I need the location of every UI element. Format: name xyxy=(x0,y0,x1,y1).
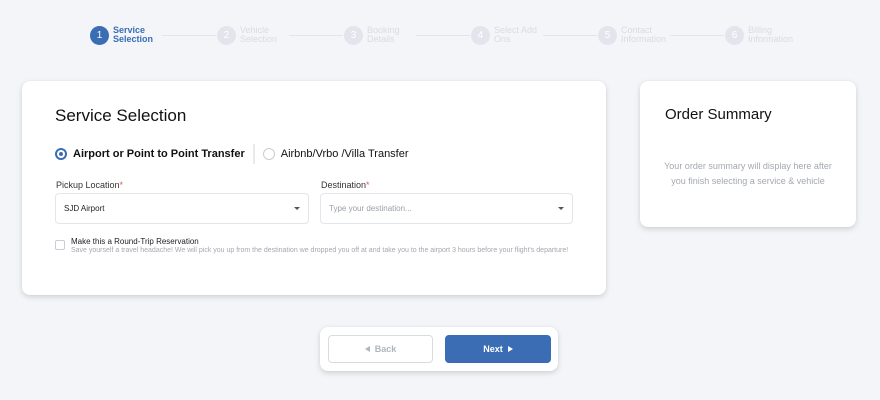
pickup-location-value: SJD Airport xyxy=(64,204,105,213)
triangle-right-icon xyxy=(507,346,513,352)
progress-stepper: 1 Service Selection 2 Vehicle Selection … xyxy=(90,24,810,48)
back-button-label: Back xyxy=(374,344,397,354)
step-number: 1 xyxy=(90,25,109,45)
chevron-down-icon xyxy=(558,207,564,210)
pickup-location-select[interactable]: SJD Airport xyxy=(55,193,309,224)
radio-villa-transfer[interactable]: Airbnb/Vrbo /Villa Transfer xyxy=(262,148,409,160)
step-booking-details[interactable]: 3 Booking Details xyxy=(344,24,425,46)
step-number: 6 xyxy=(725,25,744,45)
navigation-bar: Back Next xyxy=(320,327,558,371)
round-trip-title: Make this a Round-Trip Reservation xyxy=(71,237,199,246)
next-button-label: Next xyxy=(483,344,503,354)
step-billing-information[interactable]: 6 Billing Information xyxy=(725,24,806,46)
order-summary-title: Order Summary xyxy=(665,106,772,123)
step-label: Contact Information xyxy=(621,25,667,44)
service-type-radio-group: Airport or Point to Point Transfer Airbn… xyxy=(55,144,409,164)
chevron-down-icon xyxy=(294,207,300,210)
order-summary-card: Order Summary Your order summary will di… xyxy=(640,81,856,227)
step-number: 5 xyxy=(598,25,617,45)
back-button[interactable]: Back xyxy=(328,335,433,363)
step-number: 3 xyxy=(344,25,363,45)
radio-unchecked-icon[interactable] xyxy=(262,148,275,160)
step-select-add-ons[interactable]: 4 Select Add Ons xyxy=(471,24,552,46)
step-service-selection[interactable]: 1 Service Selection xyxy=(90,24,171,46)
pickup-location-label: Pickup Location* xyxy=(56,180,124,190)
next-button[interactable]: Next xyxy=(445,335,551,363)
destination-select[interactable]: Type your destination... xyxy=(320,193,573,224)
radio-label: Airport or Point to Point Transfer xyxy=(73,148,245,160)
round-trip-checkbox[interactable] xyxy=(55,240,65,250)
triangle-left-icon xyxy=(364,346,370,352)
radio-label: Airbnb/Vrbo /Villa Transfer xyxy=(280,148,409,160)
step-label: Billing Information xyxy=(748,25,794,44)
round-trip-description: Save yourself a travel headache! We will… xyxy=(71,247,569,254)
destination-label: Destination* xyxy=(321,180,370,190)
order-summary-placeholder: Your order summary will display here aft… xyxy=(664,161,832,186)
required-mark: * xyxy=(119,180,124,190)
radio-divider xyxy=(252,144,255,164)
step-number: 4 xyxy=(471,25,490,45)
step-contact-information[interactable]: 5 Contact Information xyxy=(598,24,679,46)
destination-placeholder: Type your destination... xyxy=(329,204,412,213)
radio-airport-transfer[interactable]: Airport or Point to Point Transfer xyxy=(55,148,245,160)
required-mark: * xyxy=(366,180,370,190)
radio-checked-icon[interactable] xyxy=(55,148,67,160)
step-number: 2 xyxy=(217,25,236,45)
service-selection-card: Service Selection Airport or Point to Po… xyxy=(22,81,606,295)
step-label: Service Selection xyxy=(113,25,154,44)
step-label: Select Add Ons xyxy=(494,25,538,44)
service-selection-title: Service Selection xyxy=(55,106,187,125)
step-label: Vehicle Selection xyxy=(240,25,278,44)
step-label: Booking Details xyxy=(367,25,400,44)
step-vehicle-selection[interactable]: 2 Vehicle Selection xyxy=(217,24,298,46)
